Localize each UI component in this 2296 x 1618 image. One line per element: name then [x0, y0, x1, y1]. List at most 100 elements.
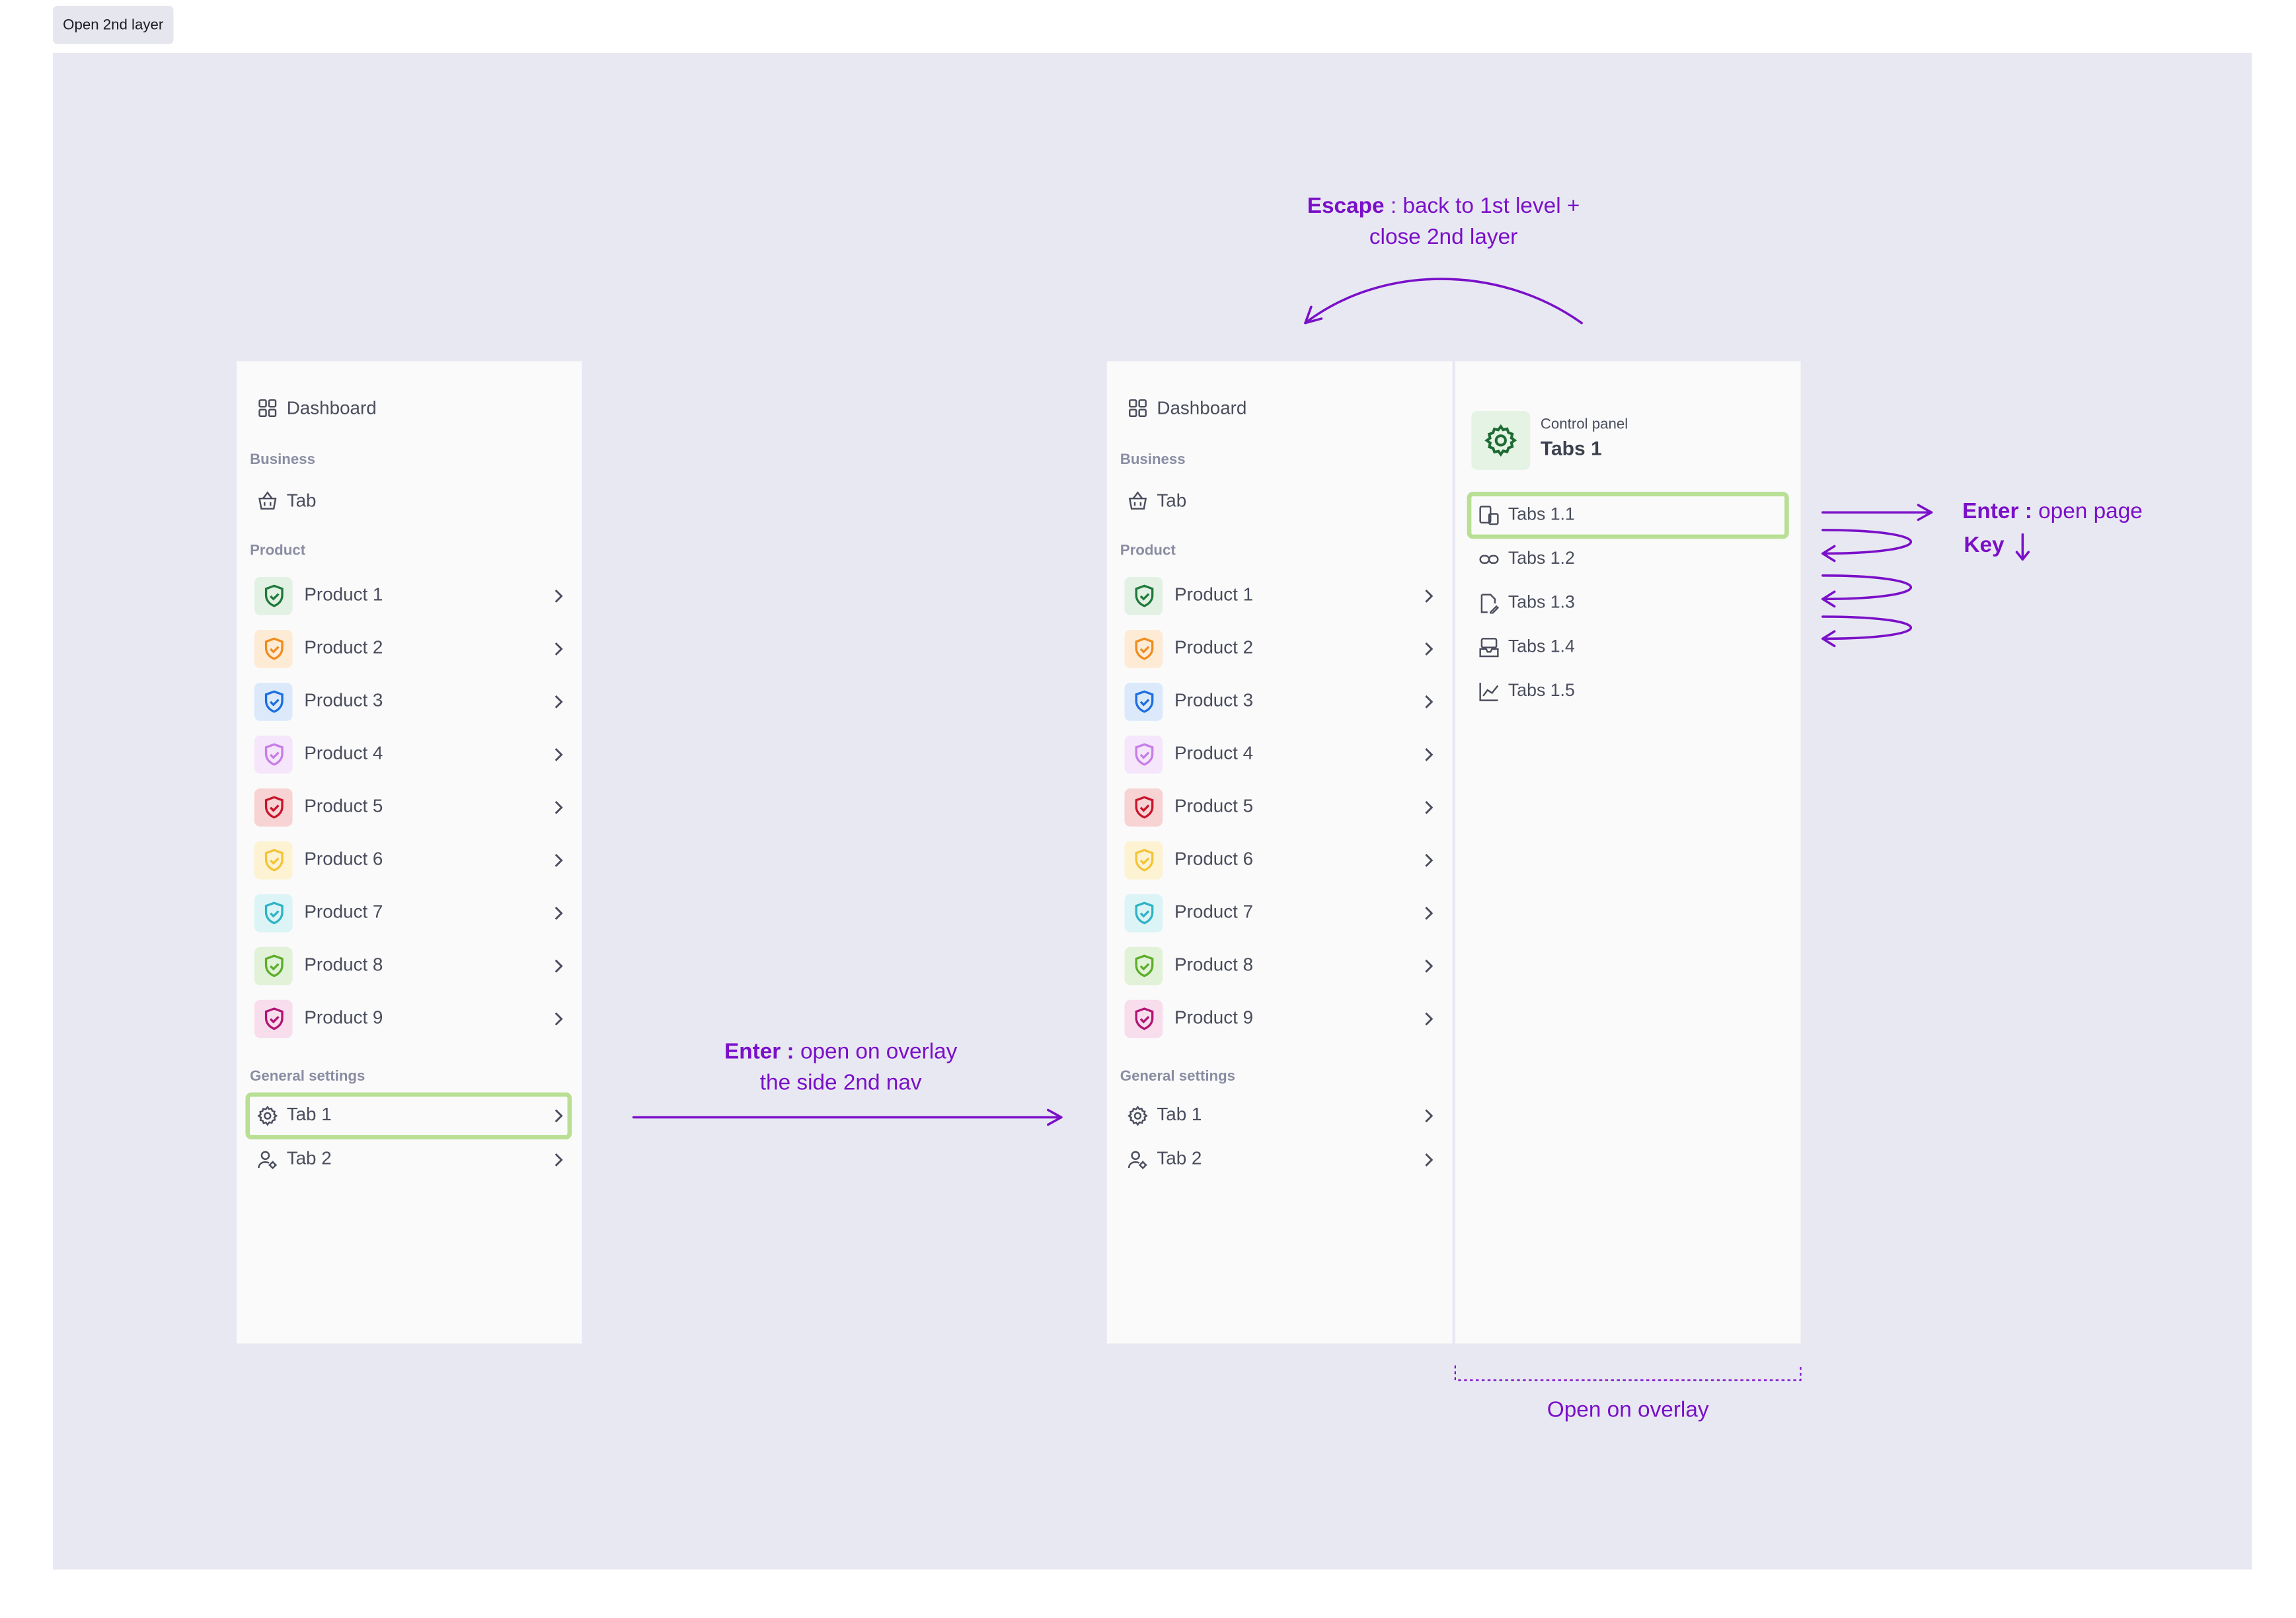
- sub-item-tabs-1-3[interactable]: Tabs 1.3: [1455, 582, 1801, 626]
- nav-right-product-9[interactable]: Product 9: [1107, 997, 1453, 1041]
- chevron-right-icon: [555, 800, 563, 814]
- user-settings-icon: [258, 1151, 277, 1169]
- link-icon: [1479, 555, 1499, 564]
- nav-left-tab-2[interactable]: Tab 2: [237, 1138, 582, 1182]
- key-down-annotation: Key: [1964, 530, 2004, 561]
- sub-item-tabs-1-5[interactable]: Tabs 1.5: [1455, 670, 1801, 714]
- chevron-right-icon: [555, 959, 563, 973]
- shield-check-icon: [254, 946, 293, 985]
- enter-key: Enter :: [724, 1039, 794, 1065]
- product-label: Product 6: [304, 848, 383, 870]
- shield-check-icon: [1124, 894, 1163, 933]
- enter-overlay-text-2: the side 2nd nav: [759, 1070, 922, 1096]
- focus-ring-tab-1: [245, 1092, 572, 1139]
- shield-check-icon: [1124, 788, 1163, 827]
- nav-left-product-6[interactable]: Product 6: [237, 838, 582, 882]
- nav-left-product-7[interactable]: Product 7: [237, 891, 582, 935]
- nav-right-business-tab[interactable]: Tab: [1107, 479, 1453, 523]
- nav-left-product-4[interactable]: Product 4: [237, 732, 582, 777]
- key-label: Key: [1964, 533, 2005, 559]
- product-label: Product 3: [304, 690, 383, 711]
- product-label: Product 7: [304, 901, 383, 923]
- chevron-right-icon: [555, 853, 563, 867]
- chevron-right-icon: [555, 1012, 563, 1026]
- nav-right-product-8[interactable]: Product 8: [1107, 944, 1453, 988]
- nav-left-product-2[interactable]: Product 2: [237, 627, 582, 672]
- basket-icon: [258, 491, 277, 510]
- nav-right-product-1[interactable]: Product 1: [1107, 574, 1453, 619]
- chevron-right-icon: [1425, 853, 1434, 867]
- section-general-settings: General settings: [250, 1069, 365, 1085]
- product-label: Product 2: [304, 637, 383, 658]
- chevron-right-icon: [1425, 642, 1434, 656]
- nav-right-product-5[interactable]: Product 5: [1107, 785, 1453, 829]
- enter-page-annotation: Enter : open page: [1962, 496, 2143, 527]
- settings-icon: [1128, 1105, 1148, 1126]
- nav-label: Dashboard: [286, 397, 377, 419]
- inbox-icon: [1479, 638, 1499, 658]
- nav-left-product-3[interactable]: Product 3: [237, 680, 582, 724]
- shield-check-icon: [1124, 841, 1163, 880]
- chevron-right-icon: [555, 642, 563, 656]
- gear-icon: [1471, 410, 1531, 470]
- escape-text: : back to 1st level +: [1384, 194, 1580, 219]
- shield-check-icon: [254, 841, 293, 880]
- chevron-right-icon: [1425, 1012, 1434, 1026]
- dashboard-grid-icon: [258, 399, 277, 417]
- nav-left-product-8[interactable]: Product 8: [237, 944, 582, 988]
- nav-right-product-3[interactable]: Product 3: [1107, 680, 1453, 724]
- nav-left-dashboard[interactable]: Dashboard: [237, 386, 582, 430]
- nav-label: Tab 1: [1157, 1104, 1202, 1125]
- product-label: Product 5: [304, 795, 383, 817]
- enter-overlay-text: open on overlay: [794, 1039, 958, 1065]
- section-business: Business: [1120, 452, 1186, 469]
- sub-item-label: Tabs 1.5: [1508, 679, 1575, 701]
- chevron-right-icon: [1425, 800, 1434, 814]
- nav-right-product-6[interactable]: Product 6: [1107, 838, 1453, 882]
- chevron-right-icon: [555, 748, 563, 761]
- product-label: Product 1: [304, 584, 383, 605]
- chevron-right-icon: [1425, 959, 1434, 973]
- focus-ring-tabs-1-1: [1467, 492, 1789, 539]
- product-label: Product 8: [304, 954, 383, 976]
- sub-item-tabs-1-4[interactable]: Tabs 1.4: [1455, 625, 1801, 670]
- dashboard-grid-icon: [1128, 399, 1147, 417]
- nav-left-product-9[interactable]: Product 9: [237, 997, 582, 1041]
- sub-item-tabs-1-2[interactable]: Tabs 1.2: [1455, 537, 1801, 582]
- section-product: Product: [250, 543, 306, 560]
- nav-left-product-1[interactable]: Product 1: [237, 574, 582, 619]
- enter-page-text: open page: [2032, 499, 2143, 525]
- nav-left-product-5[interactable]: Product 5: [237, 785, 582, 829]
- section-general-settings: General settings: [1120, 1069, 1236, 1085]
- nav-right-tab-1[interactable]: Tab 1: [1107, 1094, 1453, 1138]
- product-label: Product 9: [1174, 1007, 1254, 1028]
- nav-right-tab-2[interactable]: Tab 2: [1107, 1138, 1453, 1182]
- product-label: Product 3: [1174, 690, 1254, 711]
- shield-check-icon: [254, 999, 293, 1038]
- chevron-right-icon: [1425, 748, 1434, 761]
- panel-subtitle: Control panel: [1540, 416, 1628, 434]
- product-label: Product 5: [1174, 795, 1254, 817]
- shield-check-icon: [1124, 682, 1163, 721]
- frame-tag: Open 2nd layer: [53, 5, 174, 44]
- product-label: Product 4: [304, 743, 383, 764]
- nav-right-product-2[interactable]: Product 2: [1107, 627, 1453, 672]
- sub-item-label: Tabs 1.4: [1508, 635, 1575, 656]
- shield-check-icon: [254, 735, 293, 774]
- nav-right-product-4[interactable]: Product 4: [1107, 732, 1453, 777]
- sub-item-label: Tabs 1.3: [1508, 592, 1575, 613]
- section-product: Product: [1120, 543, 1176, 560]
- escape-annotation: Escape : back to 1st level + close 2nd l…: [1252, 191, 1634, 252]
- shield-check-icon: [254, 894, 293, 933]
- nav-label: Tab 2: [286, 1148, 332, 1169]
- nav-left-business-tab[interactable]: Tab: [237, 479, 582, 523]
- product-label: Product 8: [1174, 954, 1254, 976]
- nav-right-dashboard[interactable]: Dashboard: [1107, 386, 1453, 430]
- user-settings-icon: [1128, 1151, 1147, 1169]
- sub-item-label: Tabs 1.2: [1508, 547, 1575, 568]
- nav-right-product-7[interactable]: Product 7: [1107, 891, 1453, 935]
- chevron-right-icon: [1425, 1109, 1434, 1123]
- nav-label: Dashboard: [1157, 397, 1247, 419]
- basket-icon: [1128, 491, 1147, 510]
- nav-label: Tab 2: [1157, 1148, 1202, 1169]
